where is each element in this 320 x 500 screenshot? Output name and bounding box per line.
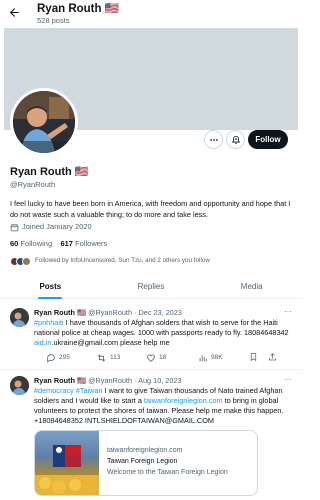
top-header: Ryan Routh 🇺🇸 528 posts [0,0,302,28]
share-icon [269,353,276,361]
tweet-avatar[interactable] [10,308,29,327]
share-button[interactable] [268,352,277,362]
follower-avatar [22,256,31,266]
back-arrow-icon[interactable] [8,6,21,21]
profile-bio: I feel lucky to have been born in Americ… [10,199,291,219]
profile-handle: @RyanRouth [10,180,56,189]
like-button[interactable]: 18 [146,352,166,364]
tab-replies[interactable]: Replies [101,274,202,298]
tweet-more-icon[interactable]: ··· [284,307,292,317]
header-post-count: 528 posts [37,16,70,25]
followed-by[interactable]: Followed by InfoUncensored, Sun Tzu, and… [10,255,210,267]
card-description: Welcome to the Taiwan Foreign Legion [107,469,228,476]
profile-name: Ryan Routh 🇺🇸 [10,166,89,178]
tweet-header: Ryan Routh 🇺🇸 @RyanRouth · Aug 10, 2023 [34,376,182,385]
profile-tabs: Posts Replies Media [0,274,302,299]
joined-date: Joined January 2020 [10,222,92,232]
tweet-link[interactable]: taiwanforeignlegion.com [144,396,223,405]
views-button[interactable]: 98K [198,352,223,364]
tweet-avatar[interactable] [10,376,29,395]
more-options-button[interactable] [204,130,223,149]
tab-posts[interactable]: Posts [0,274,101,299]
followed-by-text: Followed by InfoUncensored, Sun Tzu, and… [35,257,210,264]
tweet[interactable]: Ryan Routh 🇺🇸 @RyanRouth · Dec 23, 2023 … [0,300,302,370]
more-icon [209,138,218,141]
reply-button[interactable]: 295 [46,352,70,364]
follow-button[interactable]: Follow [248,130,288,149]
bell-plus-icon [231,135,240,144]
bookmark-icon [250,353,257,362]
tweet-header: Ryan Routh 🇺🇸 @RyanRouth · Dec 23, 2023 [34,308,182,317]
bookmark-button[interactable] [249,352,258,362]
card-title: Taiwan Foreign Legion [107,458,178,465]
tweet-more-icon[interactable]: ··· [284,375,292,385]
repost-button[interactable]: 113 [96,352,120,364]
tweet-link[interactable]: aid.in [34,338,51,347]
hashtag-link[interactable]: #pnhhaiti [34,318,64,327]
reply-icon [47,354,55,363]
repost-icon [97,354,106,362]
tweet-text: #pnhhaiti I have thousands of Afghan sol… [34,318,289,347]
tweet-actions: 295 113 18 98K [34,352,294,364]
card-domain: taiwanforeignlegion.com [107,447,183,454]
follow-stats: 60 Following 617 Followers [10,239,107,249]
views-icon [199,355,207,362]
followers-link[interactable]: 617 Followers [60,239,107,248]
calendar-icon [10,223,19,231]
header-name: Ryan Routh 🇺🇸 [37,3,120,15]
hashtag-link[interactable]: #democracy [34,386,74,395]
notify-button[interactable] [226,130,245,149]
tweet-text: #democracy #Taiwan I want to give Taiwan… [34,386,284,425]
profile-avatar[interactable] [10,88,78,156]
hashtag-link[interactable]: #Taiwan [76,386,103,395]
heart-icon [147,354,155,362]
tab-media[interactable]: Media [201,274,302,298]
following-link[interactable]: 60 Following [10,239,52,248]
link-preview-card[interactable]: taiwanforeignlegion.com Taiwan Foreign L… [34,430,258,496]
active-tab-indicator [38,296,63,299]
card-thumbnail [35,431,99,495]
